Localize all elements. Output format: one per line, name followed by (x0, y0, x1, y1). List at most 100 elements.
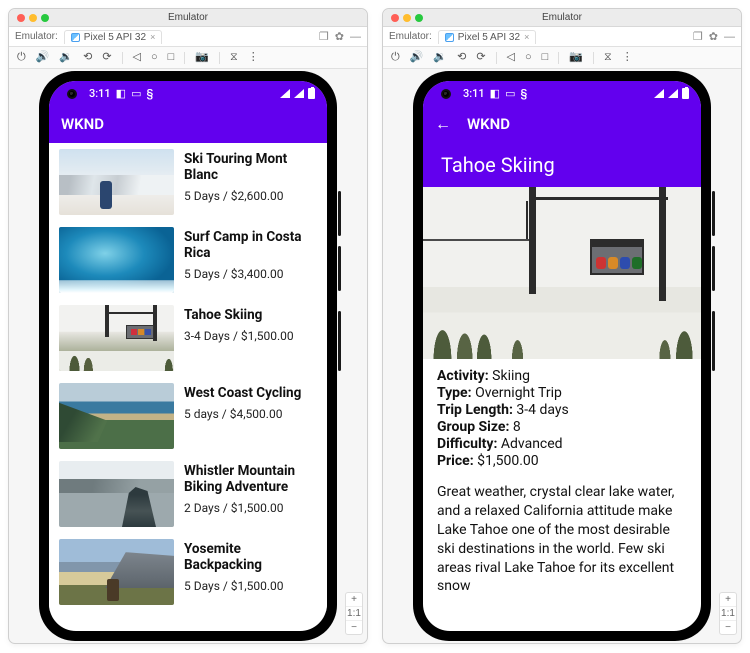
app-bar: WKND (49, 105, 327, 143)
overview-nav-icon[interactable]: □ (542, 52, 549, 63)
list-item[interactable]: Yosemite Backpacking 5 Days / $1,500.00 (49, 533, 327, 611)
home-indicator[interactable] (133, 624, 243, 628)
emulator-tab-strip: Emulator: Pixel 5 API 32 × ❐ ✿ — (9, 27, 367, 47)
list-item-title: Tahoe Skiing (184, 307, 294, 323)
spec-trip-length: Trip Length: 3-4 days (437, 402, 687, 418)
list-item-subtitle: 5 days / $4,500.00 (184, 407, 301, 421)
detail-hero-image (423, 187, 701, 359)
emulator-tab-strip: Emulator: Pixel 5 API 32 × ❐ ✿ — (383, 27, 741, 47)
hw-volume-up (338, 191, 341, 236)
rotate-right-icon[interactable]: ⟳ (102, 52, 111, 63)
app-title: WKND (467, 115, 510, 133)
zoom-ratio[interactable]: 1:1 (346, 607, 362, 621)
signal-icon (668, 89, 678, 98)
rotate-left-icon[interactable]: ⟲ (83, 52, 92, 63)
zoom-ratio[interactable]: 1:1 (720, 607, 736, 621)
emulator-tab[interactable]: Pixel 5 API 32 × (438, 30, 537, 44)
volume-up-icon[interactable]: 🔊 (410, 52, 424, 63)
list-item[interactable]: Ski Touring Mont Blanc 5 Days / $2,600.0… (49, 143, 327, 221)
popout-icon[interactable]: ❐ (693, 30, 703, 43)
list-item[interactable]: Surf Camp in Costa Rica 5 Days / $3,400.… (49, 221, 327, 299)
app-title: WKND (61, 115, 104, 133)
signal-icon (294, 89, 304, 98)
snapshot-icon[interactable]: ⧖ (604, 52, 612, 63)
list-item[interactable]: Whistler Mountain Biking Adventure 2 Day… (49, 455, 327, 533)
hide-icon[interactable]: — (724, 31, 735, 43)
emulator-tab-label: Pixel 5 API 32 (458, 32, 520, 43)
home-indicator[interactable] (507, 624, 617, 628)
back-nav-icon[interactable]: ◁ (507, 52, 515, 63)
maximize-icon[interactable] (41, 14, 49, 22)
device-icon (445, 33, 454, 42)
emulator-toolbar: ⏻ 🔊 🔉 ⟲ ⟳ ◁ ○ □ 📷 ⧖ ⋮ (383, 47, 741, 69)
rotate-right-icon[interactable]: ⟳ (476, 52, 485, 63)
more-icon[interactable]: ⋮ (248, 52, 259, 63)
screenshot-icon[interactable]: 📷 (569, 52, 583, 63)
emulator-window-detail: Emulator Emulator: Pixel 5 API 32 × ❐ ✿ … (382, 8, 742, 644)
close-icon[interactable] (391, 14, 399, 22)
minimize-icon[interactable] (403, 14, 411, 22)
volume-down-icon[interactable]: 🔉 (433, 52, 447, 63)
emulator-tab-label: Pixel 5 API 32 (84, 32, 146, 43)
volume-down-icon[interactable]: 🔉 (59, 52, 73, 63)
window-titlebar[interactable]: Emulator (383, 9, 741, 27)
home-nav-icon[interactable]: ○ (525, 52, 532, 63)
zoom-in-button[interactable]: + (346, 593, 362, 607)
screenshot-icon[interactable]: 📷 (195, 52, 209, 63)
volume-up-icon[interactable]: 🔊 (36, 52, 50, 63)
battery-icon (308, 88, 315, 99)
power-icon[interactable]: ⏻ (17, 52, 26, 63)
close-tab-icon[interactable]: × (150, 32, 155, 42)
zoom-in-button[interactable]: + (720, 593, 736, 607)
tab-section-label: Emulator: (389, 31, 432, 42)
wifi-icon (654, 89, 664, 98)
detail-body[interactable]: Activity: Skiing Type: Overnight Trip Tr… (423, 359, 701, 604)
list-item-title: Ski Touring Mont Blanc (184, 151, 317, 183)
emulator-tab[interactable]: Pixel 5 API 32 × (64, 30, 163, 44)
list-item-title: West Coast Cycling (184, 385, 301, 401)
hw-volume-down (712, 246, 715, 291)
close-tab-icon[interactable]: × (524, 32, 529, 42)
thumbnail-surf-camp (59, 227, 174, 293)
settings-icon[interactable]: ✿ (335, 30, 344, 43)
thumbnail-ski-touring (59, 149, 174, 215)
front-camera-icon (67, 89, 77, 99)
spec-activity: Activity: Skiing (437, 368, 687, 384)
overview-nav-icon[interactable]: □ (168, 52, 175, 63)
power-icon[interactable]: ⏻ (391, 52, 400, 63)
wifi-icon (280, 89, 290, 98)
status-card-icon: ▭ (505, 87, 515, 100)
hw-volume-up (712, 191, 715, 236)
zoom-out-button[interactable]: − (346, 621, 362, 634)
zoom-out-button[interactable]: − (720, 621, 736, 634)
window-titlebar[interactable]: Emulator (9, 9, 367, 27)
popout-icon[interactable]: ❐ (319, 30, 329, 43)
hw-volume-down (338, 246, 341, 291)
maximize-icon[interactable] (415, 14, 423, 22)
rotate-left-icon[interactable]: ⟲ (457, 52, 466, 63)
device-screen: 3:11 ◧ ▭ § ← WKND (423, 81, 701, 631)
spec-price: Price: $1,500.00 (437, 453, 687, 469)
close-icon[interactable] (17, 14, 25, 22)
back-nav-icon[interactable]: ◁ (133, 52, 141, 63)
status-notif-icon: ◧ (490, 87, 500, 100)
list-item[interactable]: West Coast Cycling 5 days / $4,500.00 (49, 377, 327, 455)
thumbnail-tahoe-skiing (59, 305, 174, 371)
status-notif-icon: ◧ (116, 87, 126, 100)
device-frame: 3:11 ◧ ▭ § WKND (39, 71, 337, 641)
adventure-list[interactable]: Ski Touring Mont Blanc 5 Days / $2,600.0… (49, 143, 327, 611)
minimize-icon[interactable] (29, 14, 37, 22)
status-debug-icon: § (146, 87, 153, 100)
hide-icon[interactable]: — (350, 31, 361, 43)
list-item-title: Whistler Mountain Biking Adventure (184, 463, 317, 495)
settings-icon[interactable]: ✿ (709, 30, 718, 43)
more-icon[interactable]: ⋮ (622, 52, 633, 63)
list-item-title: Yosemite Backpacking (184, 541, 317, 573)
detail-title-bar: Tahoe Skiing (423, 143, 701, 187)
back-button[interactable]: ← (435, 116, 451, 132)
snapshot-icon[interactable]: ⧖ (230, 52, 238, 63)
list-item-subtitle: 3-4 Days / $1,500.00 (184, 329, 294, 343)
list-item[interactable]: Tahoe Skiing 3-4 Days / $1,500.00 (49, 299, 327, 377)
list-item-title: Surf Camp in Costa Rica (184, 229, 317, 261)
home-nav-icon[interactable]: ○ (151, 52, 158, 63)
